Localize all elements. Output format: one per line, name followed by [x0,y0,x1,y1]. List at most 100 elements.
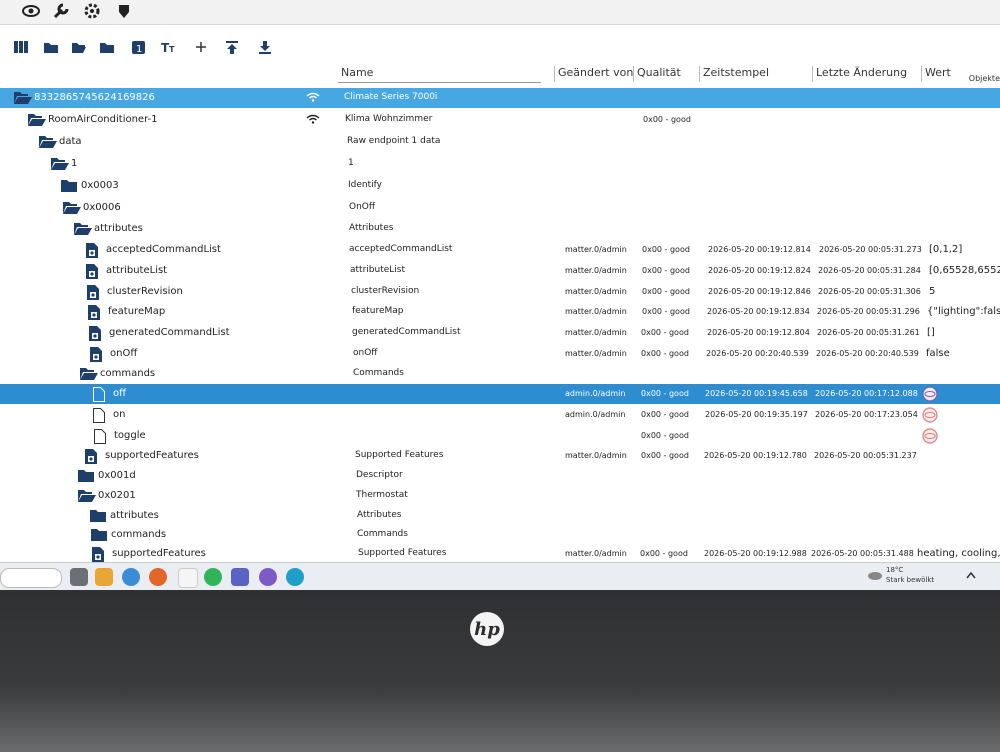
tree-row[interactable]: clusterRevision clusterRevision matter.0/a… [0,282,1000,302]
firefox-icon[interactable] [149,568,167,586]
tree-row[interactable]: featureMap featureMap matter.0/admin 0x00 -… [0,302,1000,322]
object-name: generatedCommandList [352,327,461,337]
timestamp: 2026-05-20 00:19:12.824 [708,266,811,275]
text-size-icon[interactable]: TT [160,38,178,56]
quality: 0x00 - good [643,115,691,124]
file-explorer-icon[interactable] [95,568,113,586]
tree-row[interactable]: data Raw endpoint 1 data [0,132,1000,152]
object-name: acceptedCommandList [349,244,453,254]
column-header: Name Geändert von Qualität Zeitstempel L… [0,60,1000,86]
col-changed-by[interactable]: Geändert von [554,66,633,82]
row-id: acceptedCommandList [106,244,221,255]
state-file-icon [88,305,104,320]
tree-row[interactable]: 8332865745624169826 Climate Series 7000i [0,88,1000,108]
timestamp: 2026-05-20 00:19:12.804 [707,328,810,337]
tree-row[interactable]: toggle 0x00 - good [0,426,1000,446]
object-name: 1 [348,158,354,168]
tree-row[interactable]: generatedCommandList generatedCommandList… [0,323,1000,343]
columns-view-icon[interactable] [12,38,30,56]
number-one-icon[interactable]: 1 [129,38,147,56]
row-id: toggle [114,430,146,441]
execute-button-icon[interactable] [922,428,938,444]
last-change: 2026-05-20 00:17:23.054 [815,410,918,419]
chrome-icon[interactable] [122,568,140,586]
changed-by: admin.0/admin [565,389,626,398]
weather-temp: 18°C [886,566,904,574]
tree-row[interactable]: RoomAirConditioner-1 Klima Wohnzimmer 0x00… [0,110,1000,130]
state-file-icon [86,243,102,258]
col-value[interactable]: Wert [921,66,951,82]
teams-icon[interactable] [231,568,249,586]
task-view-icon[interactable] [70,568,88,586]
state-file-icon [92,547,108,562]
object-name: Attributes [357,510,402,520]
top-bar [0,0,1000,25]
tree-row[interactable]: on admin.0/admin 0x00 - good 2026-05-20 00:… [0,405,1000,425]
taskbar: 18°C Stark bewölkt [0,562,1000,590]
app-icon[interactable] [259,568,277,586]
notes-icon[interactable] [178,568,198,588]
gear-icon[interactable] [83,2,101,20]
last-change: 2026-05-20 00:05:31.488 [811,549,914,558]
row-id: on [113,409,126,420]
folder-closed-icon[interactable] [98,38,116,56]
user-shield-icon[interactable] [115,2,133,20]
col-quality[interactable]: Qualität [633,66,681,82]
tree-row[interactable]: 0x0003 Identify [0,176,1000,196]
eye-icon[interactable] [22,2,40,20]
tree-row[interactable]: commands Commands [0,525,1000,545]
edge-icon[interactable] [286,568,304,586]
execute-button-icon[interactable] [922,386,938,402]
wifi-icon [306,114,320,124]
download-icon[interactable] [256,38,274,56]
taskbar-search[interactable] [0,568,62,588]
quality: 0x00 - good [642,287,690,296]
tree-row[interactable]: acceptedCommandList acceptedCommandList ma… [0,240,1000,260]
folder-open-icon [51,157,69,171]
toolbar: 1 TT Objekte [0,34,1000,83]
object-name: Climate Series 7000i [344,92,438,102]
command-file-icon [94,429,110,444]
folder-icon[interactable] [42,38,60,56]
last-change: 2026-05-20 00:05:31.237 [814,451,917,460]
timestamp: 2026-05-20 00:19:12.846 [708,287,811,296]
changed-by: matter.0/admin [565,307,627,316]
row-id: supportedFeatures [112,548,206,559]
weather-widget[interactable]: 18°C Stark bewölkt [886,565,934,585]
object-name: Attributes [349,223,394,233]
tree-row[interactable]: commands Commands [0,364,1000,384]
object-name: Identify [348,180,382,190]
tree-row[interactable]: 11 [0,154,1000,174]
col-last-change[interactable]: Letzte Änderung [812,66,907,82]
tree-row[interactable]: supportedFeatures Supported Features matte… [0,544,1000,564]
state-file-icon [86,264,102,279]
tree-row[interactable]: attributes Attributes [0,506,1000,526]
col-timestamp[interactable]: Zeitstempel [699,66,769,82]
upload-icon[interactable] [223,38,241,56]
object-name: Commands [357,529,408,539]
quality: 0x00 - good [640,549,688,558]
wrench-icon[interactable] [52,2,70,20]
tree-row[interactable]: 0x0006 OnOff [0,198,1000,218]
tree-row[interactable]: attributes Attributes [0,219,1000,239]
chevron-up-icon[interactable] [966,571,976,579]
object-name: attributeList [350,265,405,275]
tree-row[interactable]: 0x0201 Thermostat [0,486,1000,506]
execute-button-icon[interactable] [922,407,938,423]
value: 5 [929,286,936,297]
plus-icon[interactable] [192,38,210,56]
object-name: OnOff [349,202,376,212]
tree-row[interactable]: supportedFeatures Supported Features matte… [0,446,1000,466]
folder-open-icon[interactable] [70,38,88,56]
whatsapp-icon[interactable] [204,568,222,586]
tree-row[interactable]: off admin.0/admin 0x00 - good 2026-05-20 00… [0,384,1000,404]
object-name: Commands [353,368,404,378]
folder-open-icon [14,91,32,105]
folder-icon [91,528,107,542]
tree-row[interactable]: attributeList attributeList matter.0/admin… [0,261,1000,281]
col-name[interactable]: Name [338,66,541,83]
folder-open-icon [78,489,96,503]
tree-row[interactable]: onOff onOff matter.0/admin 0x00 - good 2026-… [0,344,1000,364]
tree-row[interactable]: 0x001d Descriptor [0,466,1000,486]
row-id: clusterRevision [107,286,183,297]
